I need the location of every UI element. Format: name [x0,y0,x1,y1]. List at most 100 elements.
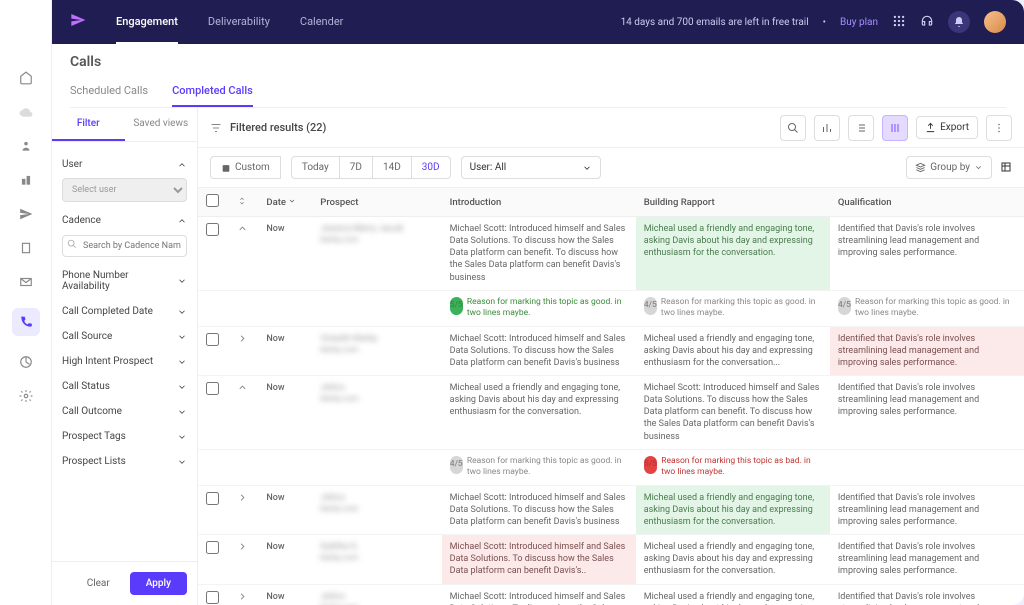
cell-introduction: Michael Scott: Introduced himself and Sa… [442,217,636,291]
filter-user[interactable]: User [62,152,187,177]
cell-date: Now [258,485,312,534]
search-button[interactable] [780,115,806,141]
row-checkbox[interactable] [206,382,219,395]
select-all-checkbox[interactable] [206,194,219,207]
mail-icon[interactable] [18,274,34,290]
bar-chart-icon[interactable] [814,115,840,141]
chart-icon[interactable] [18,354,34,370]
filter-tab[interactable]: Filter [52,108,125,141]
filter-call-outcome[interactable]: Call Outcome [62,399,187,424]
expand-icon[interactable] [237,595,248,605]
cell-prospect: Subtha Gklerky.com [312,535,441,584]
clear-button[interactable]: Clear [75,572,122,595]
range-custom[interactable]: Custom [210,156,281,179]
calls-table: Date Prospect Introduction Building Rapp… [198,188,1024,605]
chevron-down-icon [177,457,187,467]
row-checkbox[interactable] [206,333,219,346]
range-today[interactable]: Today [291,156,340,179]
users-icon[interactable] [18,138,34,154]
table-icon[interactable] [1000,158,1012,177]
apply-button[interactable]: Apply [130,572,187,595]
columns-icon[interactable] [882,115,908,141]
range-7d[interactable]: 7D [340,156,373,179]
cell-qualification: Identified that Davis's role involves st… [830,217,1024,291]
col-prospect: Prospect [312,188,441,217]
filter-prospect-tags[interactable]: Prospect Tags [62,424,187,449]
filter-high-intent-prospect[interactable]: High Intent Prospect [62,349,187,374]
headset-icon[interactable] [920,14,934,31]
phone-icon[interactable] [12,308,40,336]
user-filter-select[interactable]: User: All [461,156,601,179]
chevron-down-icon [582,163,592,173]
user-select[interactable]: Select user [62,178,187,202]
layers-icon [915,162,926,173]
cell-prospect: Jeticoklerky.com [312,376,441,450]
col-introduction: Introduction [442,188,636,217]
building-icon[interactable] [18,172,34,188]
apps-icon[interactable] [892,14,906,31]
filter-icon [210,122,222,134]
filter-prospect-lists[interactable]: Prospect Lists [62,449,187,474]
cloud-icon[interactable] [18,104,34,120]
filter-panel: Filter Saved views User Select user Cade… [52,108,198,605]
nav-calendar[interactable]: Calender [300,1,344,44]
cell-date: Now [258,217,312,291]
side-rail [0,0,52,605]
upload-icon [925,122,936,133]
trial-text: 14 days and 700 emails are left in free … [621,17,809,28]
cell-prospect: Jeticoklerky.com [312,485,441,534]
tab-completed[interactable]: Completed Calls [172,76,253,107]
reason: 4/5Reason for marking this topic as good… [644,297,822,320]
expand-icon[interactable] [237,337,248,347]
reason-row: 5/5Reason for marking this topic as good… [198,290,1024,326]
export-button[interactable]: Export [916,116,978,139]
send-icon[interactable] [18,206,34,222]
cell-introduction: Michael Scott: Introduced himself and Sa… [442,584,636,605]
chevron-down-icon [974,163,983,172]
avatar[interactable] [984,11,1006,33]
cell-date: Now [258,535,312,584]
range-14d[interactable]: 14D [373,156,412,179]
table-row: NowJessica Merry Jacobklerky.comMichael … [198,217,1024,291]
row-checkbox[interactable] [206,541,219,554]
filter-call-source[interactable]: Call Source [62,324,187,349]
expand-icon[interactable] [237,496,248,506]
expand-icon[interactable] [237,227,248,237]
cell-introduction: Michael Scott: Introduced himself and Sa… [442,326,636,375]
cell-rapport: Micheal used a friendly and engaging ton… [636,485,830,534]
filter-cadence[interactable]: Cadence [62,208,187,233]
nav-deliverability[interactable]: Deliverability [208,1,270,44]
settings-icon[interactable] [18,388,34,404]
reason: 4/5Reason for marking this topic as good… [838,297,1016,320]
bell-icon[interactable] [948,11,970,33]
cadence-search[interactable] [62,235,187,257]
buy-plan-link[interactable]: Buy plan [840,17,878,28]
filter-call-completed-date[interactable]: Call Completed Date [62,299,187,324]
col-qualification: Qualification [830,188,1024,217]
logo-icon[interactable] [70,12,86,32]
cell-rapport: Micheal used a friendly and engaging ton… [636,535,830,584]
clipboard-icon[interactable] [18,240,34,256]
row-checkbox[interactable] [206,591,219,604]
filter-call-status[interactable]: Call Status [62,374,187,399]
tab-scheduled[interactable]: Scheduled Calls [70,76,148,107]
cell-introduction: Michael Scott: Introduced himself and Sa… [442,535,636,584]
row-checkbox[interactable] [206,492,219,505]
saved-views-tab[interactable]: Saved views [125,108,198,141]
expand-icon[interactable] [237,386,248,396]
filter-phone-number-availability[interactable]: Phone Number Availability [62,263,187,299]
cell-prospect: Vineeth Klerkyklerky.com [312,326,441,375]
sort-icon[interactable] [237,196,247,206]
more-icon[interactable] [986,115,1012,141]
chevron-up-icon [177,160,187,170]
list-icon[interactable] [848,115,874,141]
cell-date: Now [258,326,312,375]
row-checkbox[interactable] [206,223,219,236]
home-icon[interactable] [18,70,34,86]
cell-qualification: Identified that Davis's role involves st… [830,535,1024,584]
nav-engagement[interactable]: Engagement [116,1,178,44]
expand-icon[interactable] [237,545,248,555]
range-30d[interactable]: 30D [412,156,451,179]
cell-prospect: Jeticoklerky.com [312,584,441,605]
group-by-button[interactable]: Group by [906,156,992,179]
